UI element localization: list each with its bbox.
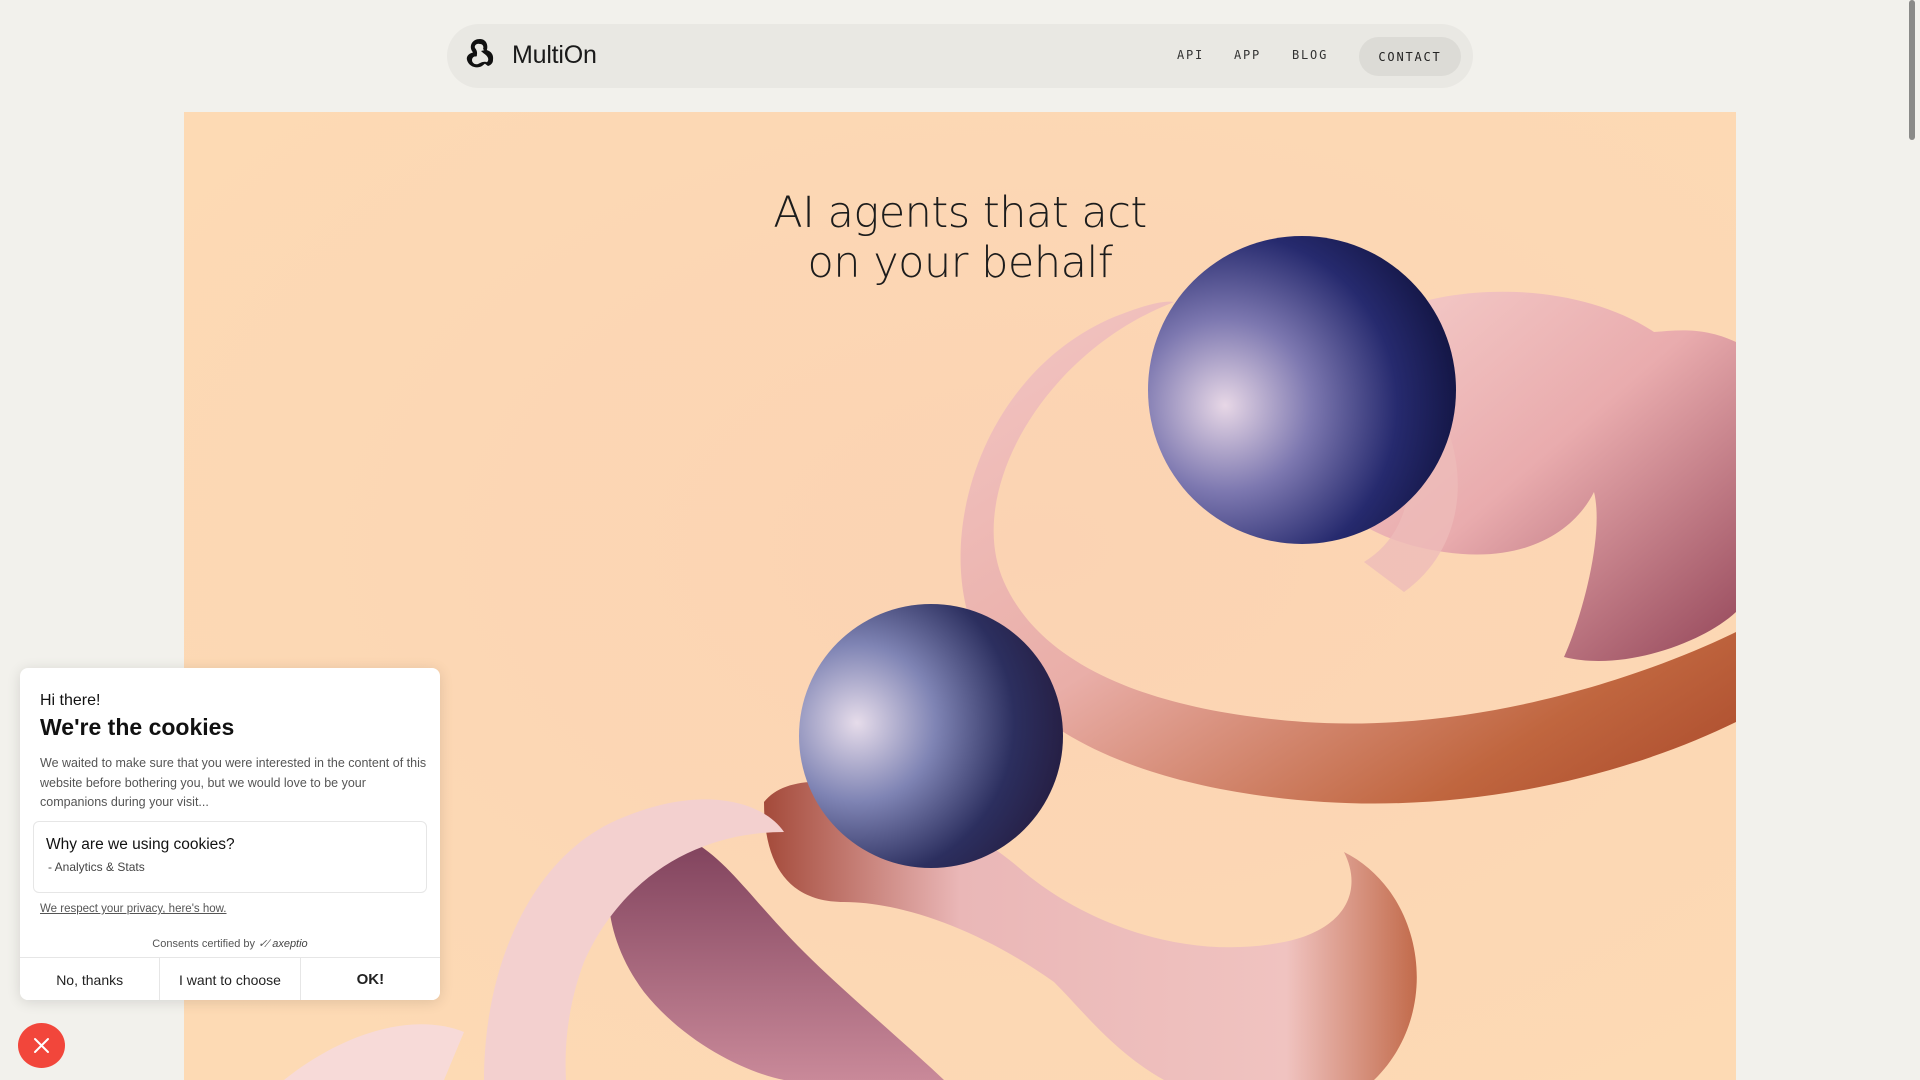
brand-name: MultiOn [512,41,597,69]
top-navigation: MultiOn API APP BLOG CONTACT [447,24,1473,88]
close-cookie-button[interactable] [18,1023,65,1068]
privacy-link[interactable]: We respect your privacy, here's how. [40,903,227,915]
scrollbar-thumb[interactable] [1909,0,1915,140]
nav-link-blog[interactable]: BLOG [1292,48,1328,62]
hero-title: AI agents that act on your behalf [773,188,1147,288]
consent-certification: Consents certified by ✓∕ axeptio [152,938,308,950]
choose-cookies-button[interactable]: I want to choose [159,958,300,1000]
close-icon [34,1038,49,1053]
accept-cookies-button[interactable]: OK! [299,958,440,1000]
contact-button[interactable]: CONTACT [1359,37,1461,76]
axeptio-brand: axeptio [272,938,308,950]
axeptio-logo-icon: ✓∕ [258,938,270,950]
sphere-small [799,604,1063,868]
cookie-purpose-title: Why are we using cookies? [46,836,235,853]
nav-link-app[interactable]: APP [1234,48,1261,62]
cookie-description: We waited to make sure that you were int… [40,756,427,809]
cookie-greeting: Hi there! [40,692,101,709]
cookie-purpose-item: - Analytics & Stats [48,860,145,874]
page-scrollbar[interactable] [1904,0,1920,1080]
brand-logo[interactable]: MultiOn [463,36,597,75]
cookie-purpose-box[interactable]: Why are we using cookies? - Analytics & … [33,821,427,893]
no-thanks-button[interactable]: No, thanks [20,958,160,1000]
cookie-title: We're the cookies [40,714,235,740]
cookie-consent-banner: Hi there! We're the cookies We waited to… [20,668,440,1000]
nav-link-api[interactable]: API [1177,48,1204,62]
cookie-buttons: No, thanks I want to choose OK! [20,957,440,1000]
multion-logo-icon [463,36,497,75]
